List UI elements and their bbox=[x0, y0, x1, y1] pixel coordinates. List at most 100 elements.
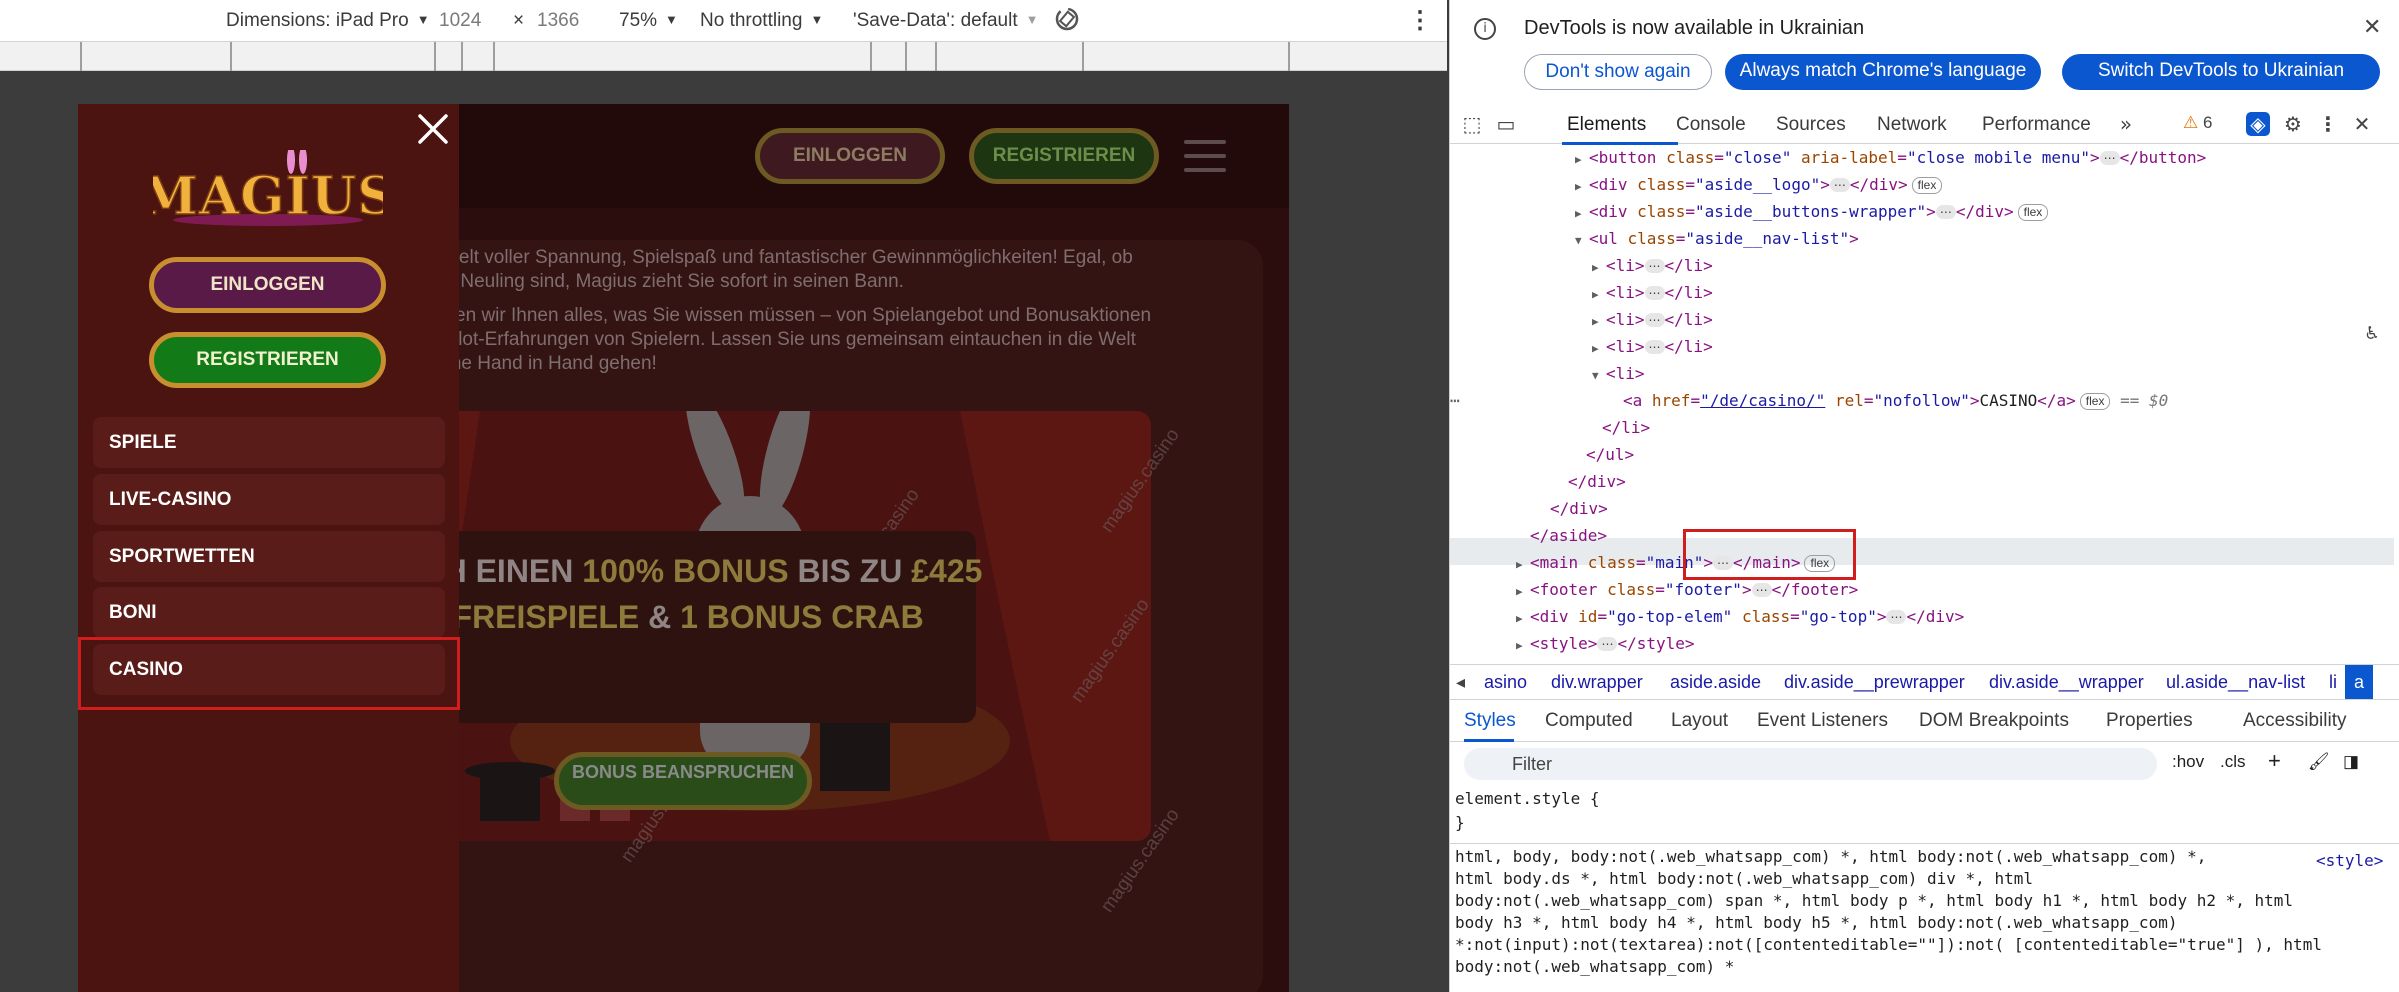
breadcrumb-item-selected[interactable]: a bbox=[2345, 665, 2373, 699]
dom-node-aside-close[interactable]: </aside> bbox=[1530, 524, 1607, 548]
breadcrumb-item[interactable]: ul.aside__nav-list bbox=[2166, 672, 2305, 693]
tab-dom-breakpoints[interactable]: DOM Breakpoints bbox=[1919, 710, 2069, 732]
throttle-select[interactable]: No throttling ▼ bbox=[700, 10, 823, 32]
expand-arrow-icon[interactable]: ▶ bbox=[1592, 310, 1606, 334]
styles-filter-input[interactable]: Filter bbox=[1464, 748, 2157, 780]
device-toggle-icon[interactable]: ▭ bbox=[1494, 112, 1518, 136]
more-tabs-icon[interactable]: » bbox=[2114, 112, 2138, 136]
css-line[interactable]: html body.ds *, html body:not(.web_whats… bbox=[1455, 868, 2033, 890]
href-value-link[interactable]: "/de/casino/" bbox=[1700, 391, 1825, 410]
collapse-arrow-icon[interactable]: ▼ bbox=[1575, 229, 1589, 253]
ellipsis-badge[interactable]: ⋯ bbox=[1751, 583, 1772, 597]
claim-bonus-button[interactable]: BONUS BEANSPRUCHEN bbox=[554, 752, 812, 810]
toggle-sidebar-icon[interactable]: ◨ bbox=[2343, 752, 2359, 772]
ellipsis-badge[interactable]: ⋯ bbox=[1829, 178, 1850, 192]
expand-arrow-icon[interactable]: ▶ bbox=[1575, 148, 1589, 172]
breadcrumb-item[interactable]: div.aside__prewrapper bbox=[1784, 672, 1965, 693]
nav-item-spiele[interactable]: SPIELE bbox=[93, 417, 445, 468]
expand-arrow-icon[interactable]: ▶ bbox=[1575, 175, 1589, 199]
close-icon[interactable] bbox=[416, 112, 450, 146]
tab-styles[interactable]: Styles bbox=[1464, 710, 1516, 732]
match-language-button[interactable]: Always match Chrome's language bbox=[1725, 54, 2041, 90]
expand-arrow-icon[interactable]: ▶ bbox=[1592, 337, 1606, 361]
ellipsis-badge[interactable]: ⋯ bbox=[1935, 205, 1956, 219]
css-line[interactable]: body:not(.web_whatsapp_com) span *, html… bbox=[1455, 890, 2293, 912]
dom-node-li[interactable]: ▶ <li> ⋯ </li> bbox=[1592, 335, 1713, 359]
new-rule-icon[interactable]: + bbox=[2268, 748, 2281, 774]
ellipsis-badge[interactable]: ⋯ bbox=[1644, 259, 1665, 273]
nav-item-boni[interactable]: BONI bbox=[93, 587, 445, 638]
inspect-element-icon[interactable]: ⬚ bbox=[1460, 112, 1484, 136]
dom-node-aside-logo[interactable]: ▶ <div class="aside__logo"> ⋯ </div> flex bbox=[1575, 173, 1943, 199]
accessibility-icon[interactable]: ♿ bbox=[2356, 320, 2388, 352]
hover-state-toggle[interactable]: :hov bbox=[2172, 752, 2204, 772]
nav-item-live-casino[interactable]: LIVE-CASINO bbox=[93, 474, 445, 525]
dimensions-select[interactable]: Dimensions: iPad Pro ▼ bbox=[226, 10, 430, 32]
breadcrumb-item[interactable]: asino bbox=[1484, 672, 1527, 693]
issues-counter[interactable]: ⚠ 6 bbox=[2183, 113, 2212, 133]
class-toggle[interactable]: .cls bbox=[2220, 752, 2246, 772]
expand-arrow-icon[interactable]: ▶ bbox=[1516, 553, 1530, 577]
dom-node-li[interactable]: ▶ <li> ⋯ </li> bbox=[1592, 281, 1713, 305]
tab-console[interactable]: Console bbox=[1676, 114, 1746, 136]
breadcrumb-item[interactable]: li bbox=[2329, 672, 2337, 693]
style-source-link[interactable]: <style> bbox=[2316, 851, 2383, 870]
expand-arrow-icon[interactable]: ▶ bbox=[1516, 634, 1530, 658]
breadcrumb-item[interactable]: aside.aside bbox=[1670, 672, 1761, 693]
dom-node-ul-close[interactable]: </ul> bbox=[1586, 443, 1634, 467]
ellipsis-badge[interactable]: ⋯ bbox=[1644, 313, 1665, 327]
tab-performance[interactable]: Performance bbox=[1982, 114, 2091, 136]
header-login-button[interactable]: EINLOGGEN bbox=[755, 128, 945, 184]
row-more-icon[interactable]: ⋯ bbox=[1450, 389, 1460, 413]
nav-item-sportwetten[interactable]: SPORTWETTEN bbox=[93, 531, 445, 582]
more-options-icon[interactable]: ⋮ bbox=[1408, 6, 1432, 35]
height-input[interactable]: 1366 bbox=[537, 10, 579, 32]
css-line[interactable]: body:not(.web_whatsapp_com) * bbox=[1455, 956, 1734, 978]
css-line[interactable]: *:not(input):not(textarea):not([contente… bbox=[1455, 934, 2322, 956]
expand-arrow-icon[interactable]: ▶ bbox=[1516, 580, 1530, 604]
dom-node-li[interactable]: ▶ <li> ⋯ </li> bbox=[1592, 308, 1713, 332]
dom-node-div-close[interactable]: </div> bbox=[1568, 470, 1626, 494]
tab-sources[interactable]: Sources bbox=[1776, 114, 1846, 136]
dom-node-li-open[interactable]: ▼ <li> bbox=[1592, 362, 1645, 386]
tab-network[interactable]: Network bbox=[1877, 114, 1947, 136]
dont-show-again-button[interactable]: Don't show again bbox=[1524, 54, 1712, 90]
settings-gear-icon[interactable]: ⚙ bbox=[2281, 112, 2305, 136]
width-input[interactable]: 1024 bbox=[439, 10, 481, 32]
close-icon[interactable]: ✕ bbox=[2363, 14, 2381, 40]
more-options-icon[interactable]: ⋮ bbox=[2316, 112, 2340, 136]
tab-layout[interactable]: Layout bbox=[1671, 710, 1728, 732]
aside-register-button[interactable]: REGISTRIEREN bbox=[149, 332, 386, 388]
ai-assistance-icon[interactable]: ◈ bbox=[2246, 112, 2270, 136]
ellipsis-badge[interactable]: ⋯ bbox=[2099, 151, 2120, 165]
ellipsis-badge[interactable]: ⋯ bbox=[1886, 610, 1907, 624]
ellipsis-badge[interactable]: ⋯ bbox=[1644, 286, 1665, 300]
breadcrumb-item[interactable]: div.wrapper bbox=[1551, 672, 1643, 693]
flex-badge[interactable]: flex bbox=[2079, 393, 2111, 410]
breadcrumb-scroll-left-icon[interactable]: ◂ bbox=[1456, 672, 1465, 693]
collapse-arrow-icon[interactable]: ▼ bbox=[1592, 364, 1606, 388]
css-line[interactable]: element.style { bbox=[1455, 788, 1600, 810]
ellipsis-badge[interactable]: ⋯ bbox=[1597, 637, 1618, 651]
dom-node-li-close[interactable]: </li> bbox=[1602, 416, 1650, 440]
dom-node-nav-list[interactable]: ▼ <ul class="aside__nav-list"> bbox=[1575, 227, 1859, 251]
tab-accessibility[interactable]: Accessibility bbox=[2243, 710, 2346, 732]
dom-node-style[interactable]: ▶ <style> ⋯ </style> bbox=[1516, 632, 1695, 656]
dom-node-go-top[interactable]: ▶ <div id="go-top-elem" class="go-top"> ⋯ <… bbox=[1516, 605, 1964, 629]
zoom-select[interactable]: 75% ▼ bbox=[619, 10, 678, 32]
flex-badge[interactable]: flex bbox=[2017, 204, 2049, 221]
flex-badge[interactable]: flex bbox=[1911, 177, 1943, 194]
breadcrumb-item[interactable]: div.aside__wrapper bbox=[1989, 672, 2144, 693]
dom-node-div-close[interactable]: </div> bbox=[1550, 497, 1608, 521]
save-data-select[interactable]: 'Save-Data': default ▼ bbox=[853, 10, 1039, 32]
expand-arrow-icon[interactable]: ▶ bbox=[1516, 607, 1530, 631]
rendering-emulation-icon[interactable]: 🖌 bbox=[2308, 752, 2330, 772]
css-line[interactable]: body h3 *, html body h4 *, html body h5 … bbox=[1455, 912, 2177, 934]
dom-node-li[interactable]: ▶ <li> ⋯ </li> bbox=[1592, 254, 1713, 278]
tab-event-listeners[interactable]: Event Listeners bbox=[1757, 710, 1888, 732]
dom-node-footer[interactable]: ▶ <footer class="footer"> ⋯ </footer> bbox=[1516, 578, 1858, 602]
tab-properties[interactable]: Properties bbox=[2106, 710, 2193, 732]
dom-node-close-button[interactable]: ▶ <button class="close" aria-label="close… bbox=[1575, 146, 2206, 170]
hamburger-menu-icon[interactable] bbox=[1184, 140, 1226, 174]
header-register-button[interactable]: REGISTRIEREN bbox=[969, 128, 1159, 184]
